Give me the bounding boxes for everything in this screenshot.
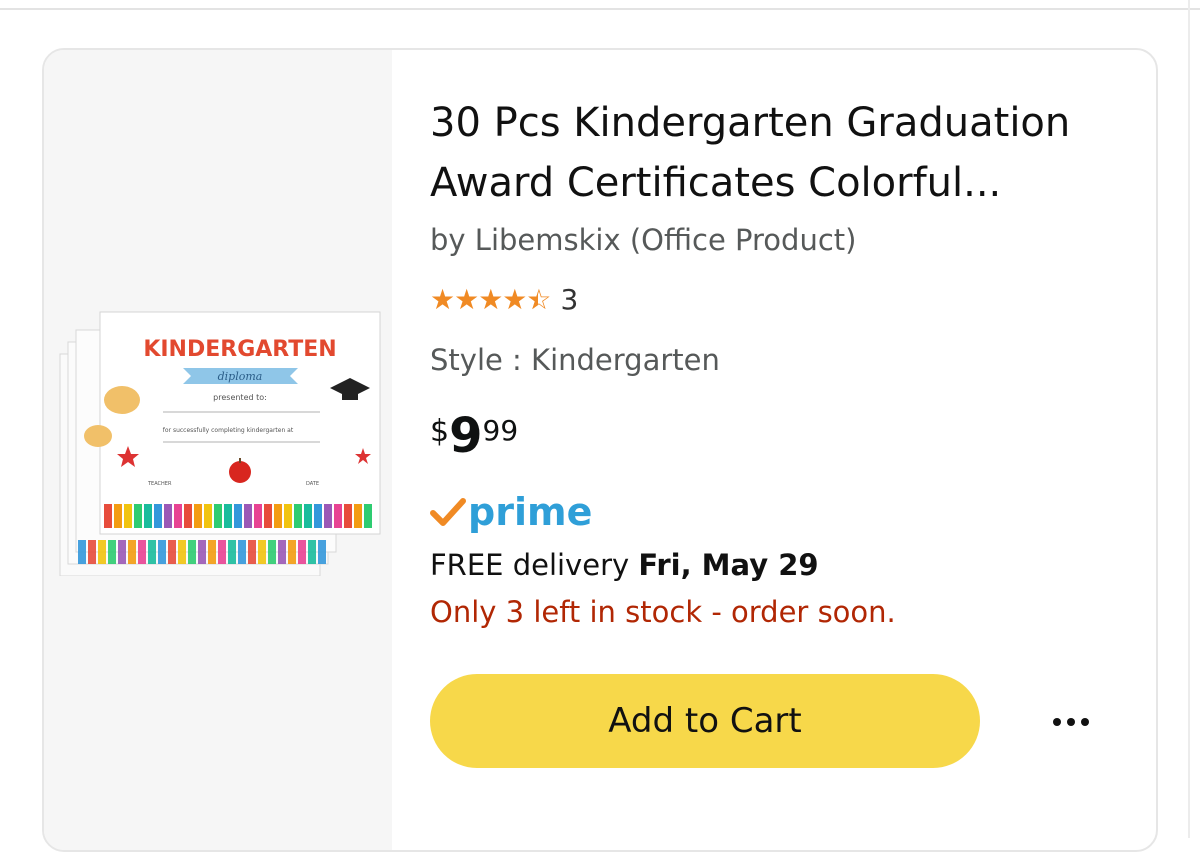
cert-completing: for successfully completing kindergarten…: [163, 427, 294, 434]
check-icon: [430, 498, 466, 526]
product-price: $999: [430, 408, 518, 464]
product-title[interactable]: 30 Pcs Kindergarten Graduation Award Cer…: [430, 93, 1120, 213]
cert-teacher: TEACHER: [147, 481, 172, 487]
product-title-line-1: 30 Pcs Kindergarten Graduation: [430, 100, 1071, 146]
cert-presented: presented to:: [213, 393, 267, 402]
product-card[interactable]: KINDERGARTEN diploma presented to: for s…: [42, 48, 1158, 852]
rating-count[interactable]: 3: [561, 283, 579, 316]
delivery-date: Fri, May 29: [638, 548, 819, 582]
price-whole: 9: [449, 408, 483, 464]
star-rating-icon: ★★★★☆★: [430, 283, 552, 316]
price-fraction: 99: [482, 414, 519, 447]
top-divider: [0, 8, 1200, 10]
rating-row[interactable]: ★★★★☆★ 3: [430, 283, 578, 316]
stock-warning: Only 3 left in stock - order soon.: [430, 595, 896, 629]
more-options-button[interactable]: [1044, 700, 1098, 744]
delivery-prefix: FREE delivery: [430, 548, 639, 582]
add-to-cart-button[interactable]: Add to Cart: [430, 674, 980, 768]
product-style: Style : Kindergarten: [430, 343, 720, 377]
cert-subheading: diploma: [218, 370, 263, 383]
ellipsis-horizontal-icon: [1053, 718, 1089, 726]
prime-label: prime: [468, 490, 593, 534]
product-title-line-2: Award Certificates Colorful...: [430, 160, 1002, 206]
product-image[interactable]: KINDERGARTEN diploma presented to: for s…: [58, 308, 384, 576]
product-info: 30 Pcs Kindergarten Graduation Award Cer…: [430, 50, 1156, 850]
price-symbol: $: [430, 414, 450, 449]
product-image-panel[interactable]: KINDERGARTEN diploma presented to: for s…: [44, 50, 392, 850]
cert-date: DATE: [306, 481, 319, 487]
cert-heading: KINDERGARTEN: [143, 337, 336, 362]
scrollbar-track: [1188, 0, 1190, 838]
product-byline: by Libemskix (Office Product): [430, 223, 857, 257]
prime-badge: prime: [430, 490, 592, 534]
delivery-info: FREE delivery Fri, May 29: [430, 548, 819, 582]
